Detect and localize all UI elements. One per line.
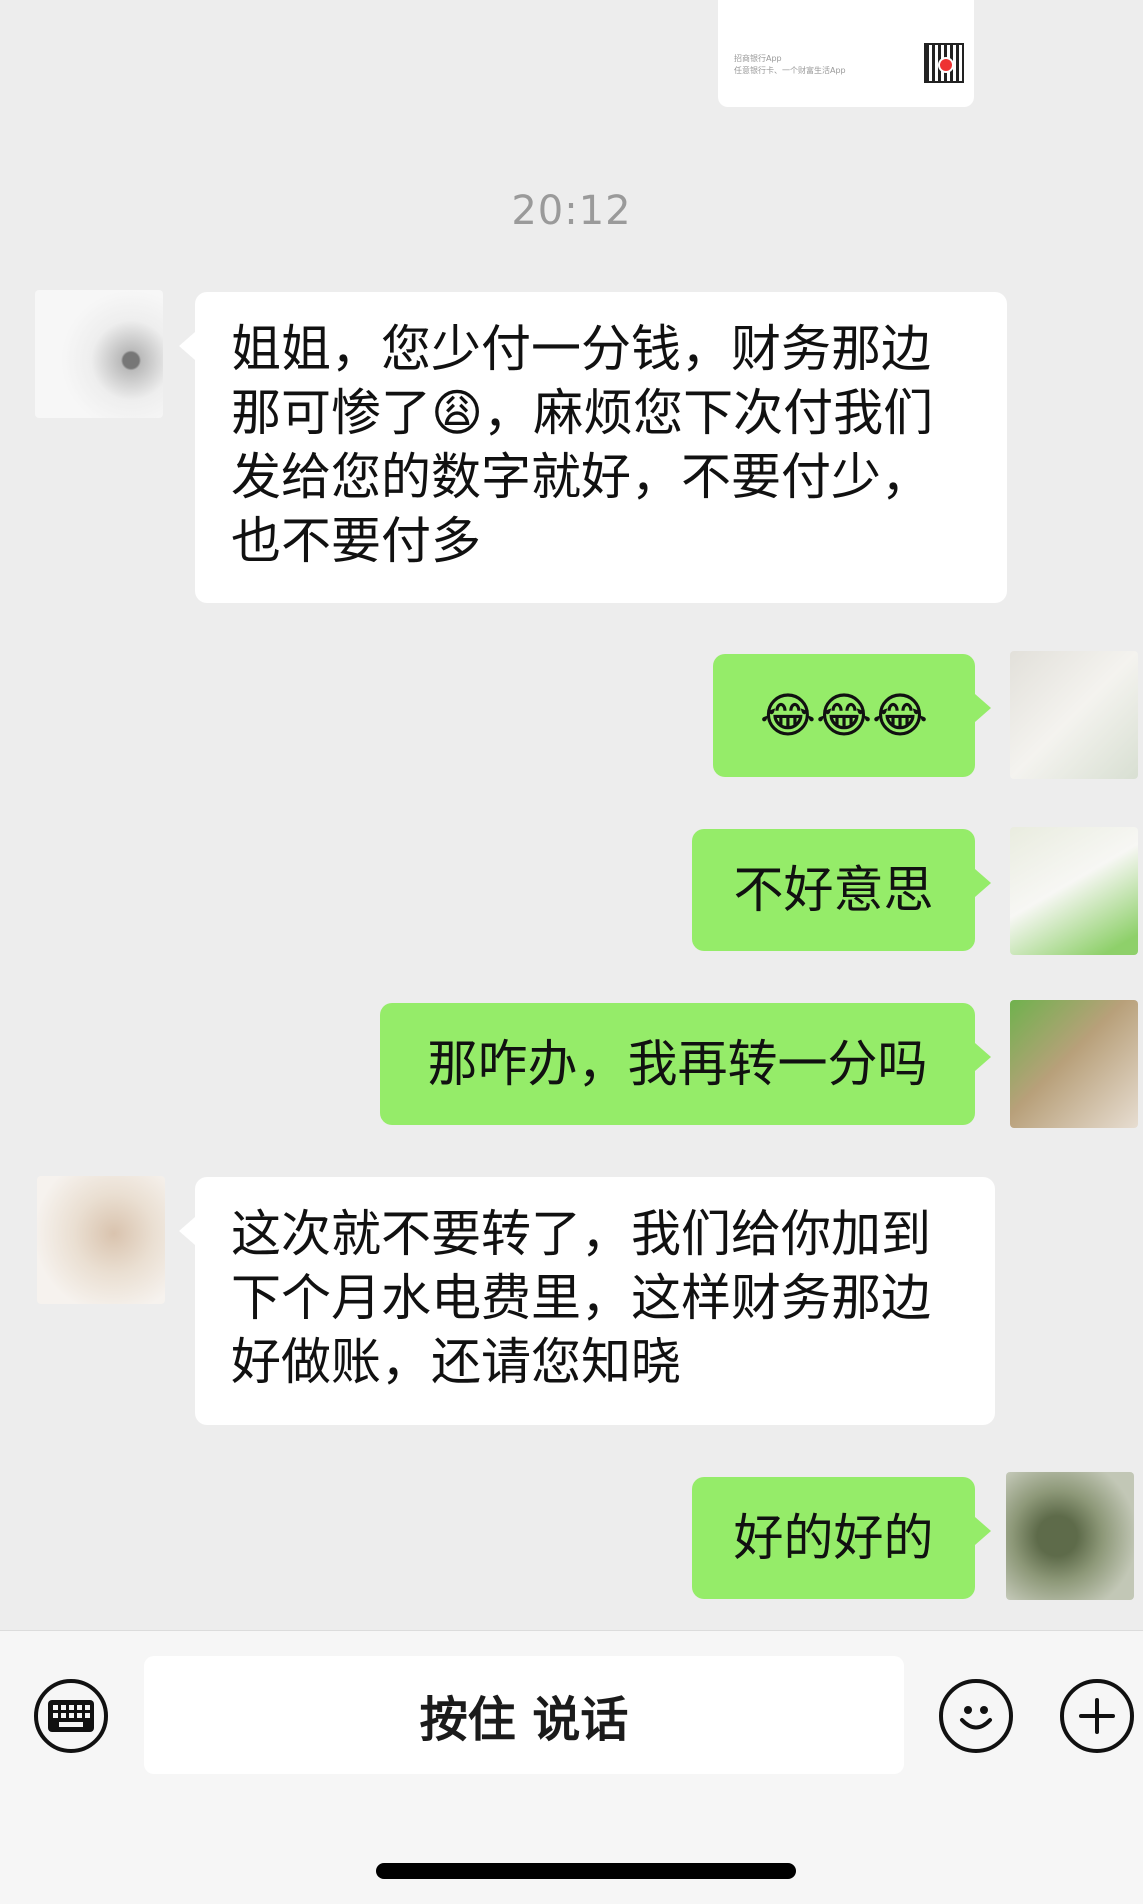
keyboard-icon (48, 1700, 94, 1732)
plus-icon (1079, 1698, 1115, 1734)
outgoing-message-bubble[interactable]: 不好意思 (692, 829, 991, 951)
outgoing-message-bubble[interactable]: 好的好的 (692, 1477, 991, 1599)
message-timestamp: 20:12 (511, 188, 632, 234)
shared-card-slogan: 任意银行卡、一个财富生活App (734, 66, 846, 75)
incoming-message-bubble[interactable]: 这次就不要转了，我们给你加到下个月水电费里，这样财务那边好做账，还请您知晓 (179, 1177, 995, 1425)
contact-avatar[interactable] (35, 290, 163, 418)
emoji-laughing-icon: 😂😂😂 (759, 687, 929, 744)
contact-avatar[interactable] (37, 1176, 165, 1304)
message-text: 姐姐，您少付一分钱，财务那边那可惨了😩，麻烦您下次付我们发给您的数字就好，不要付… (231, 320, 934, 570)
message-text: 这次就不要转了，我们给你加到下个月水电费里，这样财务那边好做账，还请您知晓 (231, 1205, 931, 1391)
emoji-button[interactable] (939, 1679, 1013, 1753)
qr-code-icon (924, 43, 964, 83)
hold-to-talk-button[interactable]: 按住 说话 (144, 1656, 904, 1774)
shared-card[interactable]: 招商银行App 任意银行卡、一个财富生活App (718, 0, 974, 107)
my-avatar[interactable] (1010, 1000, 1138, 1128)
hold-to-talk-label: 按住 说话 (419, 1692, 629, 1748)
outgoing-message-bubble[interactable]: 那咋办，我再转一分吗 (380, 1003, 991, 1125)
outgoing-message-bubble[interactable]: 😂😂😂 (713, 654, 991, 777)
my-avatar[interactable] (1010, 651, 1138, 779)
incoming-message-bubble[interactable]: 姐姐，您少付一分钱，财务那边那可惨了😩，麻烦您下次付我们发给您的数字就好，不要付… (179, 292, 1007, 603)
home-indicator[interactable] (376, 1863, 796, 1879)
my-avatar[interactable] (1006, 1472, 1134, 1600)
keyboard-button[interactable] (34, 1679, 108, 1753)
more-button[interactable] (1060, 1679, 1134, 1753)
shared-card-app-name: 招商银行App (734, 54, 782, 63)
emoji-icon (960, 1706, 992, 1730)
message-text: 不好意思 (733, 861, 934, 919)
message-text: 好的好的 (733, 1509, 934, 1567)
message-text: 那咋办，我再转一分吗 (427, 1035, 928, 1093)
my-avatar[interactable] (1010, 827, 1138, 955)
